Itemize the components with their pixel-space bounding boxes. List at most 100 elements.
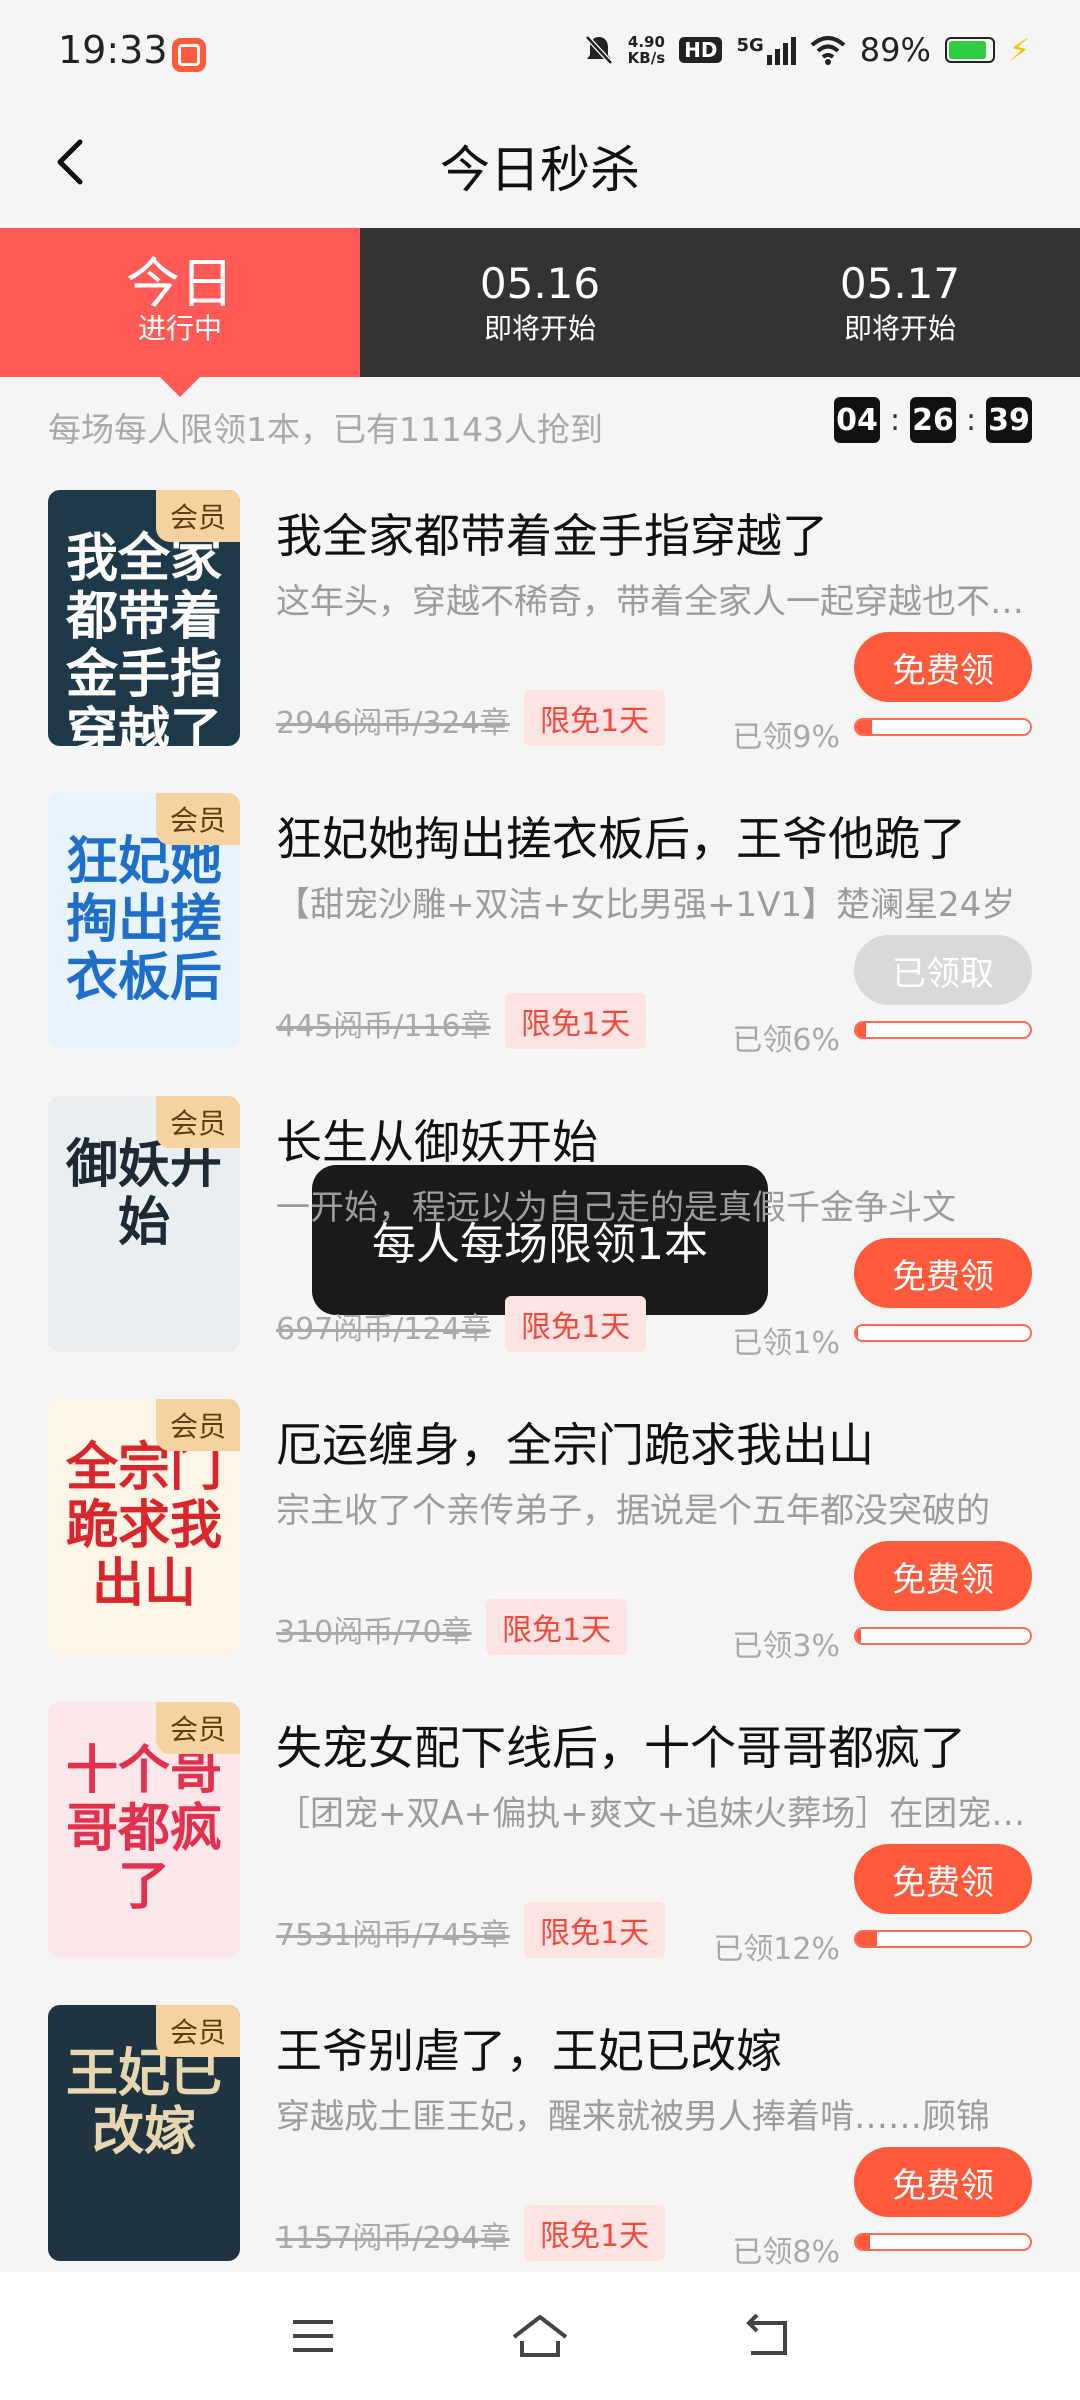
claim-free-button[interactable]: 免费领 <box>854 2147 1032 2217</box>
free-limit-tag: 限免1天 <box>486 1599 628 1655</box>
vip-badge: 会员 <box>155 1702 240 1754</box>
claim-progress-bar <box>854 1021 1032 1039</box>
status-bar: 19:33 4.90 KB/s HD 5G 89% ⚡ <box>0 0 1080 100</box>
book-item[interactable]: 王妃已改嫁 会员 王爷别虐了，王妃已改嫁 穿越成土匪王妃，醒来就被男人捧着啃……… <box>0 1985 1080 2288</box>
book-description: 这年头，穿越不稀奇，带着全家人一起穿越也不稀奇 <box>276 582 1036 622</box>
book-item[interactable]: 十个哥哥都疯了 会员 失宠女配下线后，十个哥哥都疯了 ［团宠+双A+偏执+爽文+… <box>0 1682 1080 1985</box>
book-item[interactable]: 御妖开始 会员 长生从御妖开始 一开始，程远以为自己走的是真假千金争斗文 697… <box>0 1076 1080 1379</box>
menu-icon <box>293 2320 334 2352</box>
free-limit-tag: 限免1天 <box>524 2205 666 2261</box>
book-description: 穿越成土匪王妃，醒来就被男人捧着啃……顾锦 <box>276 2097 990 2137</box>
system-back-button[interactable] <box>737 2306 797 2366</box>
countdown-separator: : <box>889 402 901 438</box>
claimed-percent: 已领12% <box>713 1932 840 1967</box>
vip-badge: 会员 <box>155 793 240 845</box>
claim-free-button[interactable]: 免费领 <box>854 1541 1032 1611</box>
free-limit-tag: 限免1天 <box>505 1296 647 1352</box>
cover-title: 我全家都带着金手指穿越了 <box>65 528 222 747</box>
cover-title: 王妃已改嫁 <box>65 2043 222 2162</box>
cover-title: 全宗门跪求我出山 <box>65 1437 222 1614</box>
battery-icon <box>944 37 995 63</box>
book-item[interactable]: 我全家都带着金手指穿越了 会员 我全家都带着金手指穿越了 这年头，穿越不稀奇，带… <box>0 470 1080 773</box>
tab-label: 05.17 <box>839 258 961 308</box>
claim-progress-fill <box>856 1629 862 1643</box>
tab-0516[interactable]: 05.16 即将开始 <box>360 228 720 377</box>
book-title[interactable]: 厄运缠身，全宗门跪求我出山 <box>276 1409 874 1475</box>
claim-progress-bar <box>854 2233 1032 2251</box>
back-icon <box>745 2313 787 2355</box>
book-cover[interactable]: 狂妃她掏出搓衣板后 会员 <box>48 793 240 1049</box>
book-list: 我全家都带着金手指穿越了 会员 我全家都带着金手指穿越了 这年头，穿越不稀奇，带… <box>0 470 1080 2288</box>
tab-0517[interactable]: 05.17 即将开始 <box>720 228 1080 377</box>
network-speed-unit: KB/s <box>627 49 666 67</box>
claimed-percent: 已领1% <box>732 1326 840 1361</box>
book-cover[interactable]: 十个哥哥都疯了 会员 <box>48 1702 240 1958</box>
free-limit-tag: 限免1天 <box>505 993 647 1049</box>
book-title[interactable]: 王爷别虐了，王妃已改嫁 <box>276 2015 782 2081</box>
book-title[interactable]: 狂妃她掏出搓衣板后，王爷他跪了 <box>276 803 966 869</box>
tab-today[interactable]: 今日 进行中 <box>0 228 360 397</box>
limit-info-text: 每场每人限领1本，已有11143人抢到 <box>48 410 603 449</box>
wifi-icon <box>810 36 846 65</box>
battery-fill <box>948 41 987 59</box>
book-item[interactable]: 全宗门跪求我出山 会员 厄运缠身，全宗门跪求我出山 宗主收了个亲传弟子，据说是个… <box>0 1379 1080 1682</box>
original-price: 1157阅币/294章 <box>276 2221 510 2256</box>
app-notification-icon <box>172 38 206 72</box>
free-limit-tag: 限免1天 <box>524 1902 666 1958</box>
cellular-signal-icon: 5G <box>736 35 796 65</box>
page-title: 今日秒杀 <box>440 141 640 199</box>
countdown-timer: 04 : 26 : 39 <box>834 397 1032 443</box>
book-description: 一开始，程远以为自己走的是真假千金争斗文 <box>276 1188 956 1228</box>
vip-badge: 会员 <box>155 1399 240 1451</box>
claim-free-button[interactable]: 免费领 <box>854 1238 1032 1308</box>
cover-title: 狂妃她掏出搓衣板后 <box>65 831 222 1008</box>
claimed-percent: 已领9% <box>732 720 840 755</box>
free-limit-tag: 限免1天 <box>524 690 666 746</box>
system-nav-bar <box>0 2272 1080 2400</box>
claim-progress-fill <box>856 1932 877 1946</box>
claimed-percent: 已领8% <box>732 2235 840 2270</box>
claimed-percent: 已领6% <box>732 1023 840 1058</box>
hd-icon: HD <box>679 37 723 63</box>
claim-free-button[interactable]: 免费领 <box>854 1844 1032 1914</box>
menu-button[interactable] <box>283 2306 343 2366</box>
claim-progress-fill <box>856 720 872 734</box>
book-description: 宗主收了个亲传弟子，据说是个五年都没突破的 <box>276 1491 990 1531</box>
tab-status: 即将开始 <box>843 311 956 345</box>
original-price: 445阅币/116章 <box>276 1009 491 1044</box>
home-button[interactable] <box>510 2306 570 2366</box>
countdown-seconds: 39 <box>986 397 1032 443</box>
tab-label: 05.16 <box>479 258 601 308</box>
book-cover[interactable]: 王妃已改嫁 会员 <box>48 2005 240 2261</box>
status-icons: 4.90 KB/s HD 5G 89% ⚡ <box>584 26 1030 74</box>
book-cover[interactable]: 全宗门跪求我出山 会员 <box>48 1399 240 1655</box>
claim-progress-bar <box>854 1324 1032 1342</box>
header: 今日秒杀 <box>0 100 1080 228</box>
tab-status: 即将开始 <box>483 311 596 345</box>
book-cover[interactable]: 御妖开始 会员 <box>48 1096 240 1352</box>
book-cover[interactable]: 我全家都带着金手指穿越了 会员 <box>48 490 240 746</box>
countdown-separator: : <box>965 402 977 438</box>
original-price: 697阅币/124章 <box>276 1312 491 1347</box>
info-bar: 每场每人限领1本，已有11143人抢到 04 : 26 : 39 <box>0 377 1080 467</box>
book-description: 【甜宠沙雕+双洁+女比男强+1V1】楚澜星24岁 <box>276 885 1016 925</box>
claim-free-button[interactable]: 免费领 <box>854 632 1032 702</box>
claimed-percent: 已领3% <box>732 1629 840 1664</box>
network-speed: 4.90 KB/s <box>628 34 665 66</box>
tab-status: 进行中 <box>137 311 222 345</box>
vip-badge: 会员 <box>155 2005 240 2057</box>
book-item[interactable]: 狂妃她掏出搓衣板后 会员 狂妃她掏出搓衣板后，王爷他跪了 【甜宠沙雕+双洁+女比… <box>0 773 1080 1076</box>
claim-progress-fill <box>856 2235 870 2249</box>
book-title[interactable]: 我全家都带着金手指穿越了 <box>276 500 828 566</box>
book-title[interactable]: 长生从御妖开始 <box>276 1106 598 1172</box>
countdown-minutes: 26 <box>910 397 956 443</box>
home-icon <box>512 2315 568 2357</box>
book-title[interactable]: 失宠女配下线后，十个哥哥都疯了 <box>276 1712 966 1778</box>
claim-progress-bar <box>854 718 1032 736</box>
claim-progress-fill <box>856 1023 867 1037</box>
vip-badge: 会员 <box>155 1096 240 1148</box>
session-tabs: 今日 进行中 05.16 即将开始 05.17 即将开始 <box>0 228 1080 397</box>
cover-title: 御妖开始 <box>65 1134 222 1253</box>
tab-label: 今日 <box>126 251 234 315</box>
claimed-button[interactable]: 已领取 <box>854 935 1032 1005</box>
